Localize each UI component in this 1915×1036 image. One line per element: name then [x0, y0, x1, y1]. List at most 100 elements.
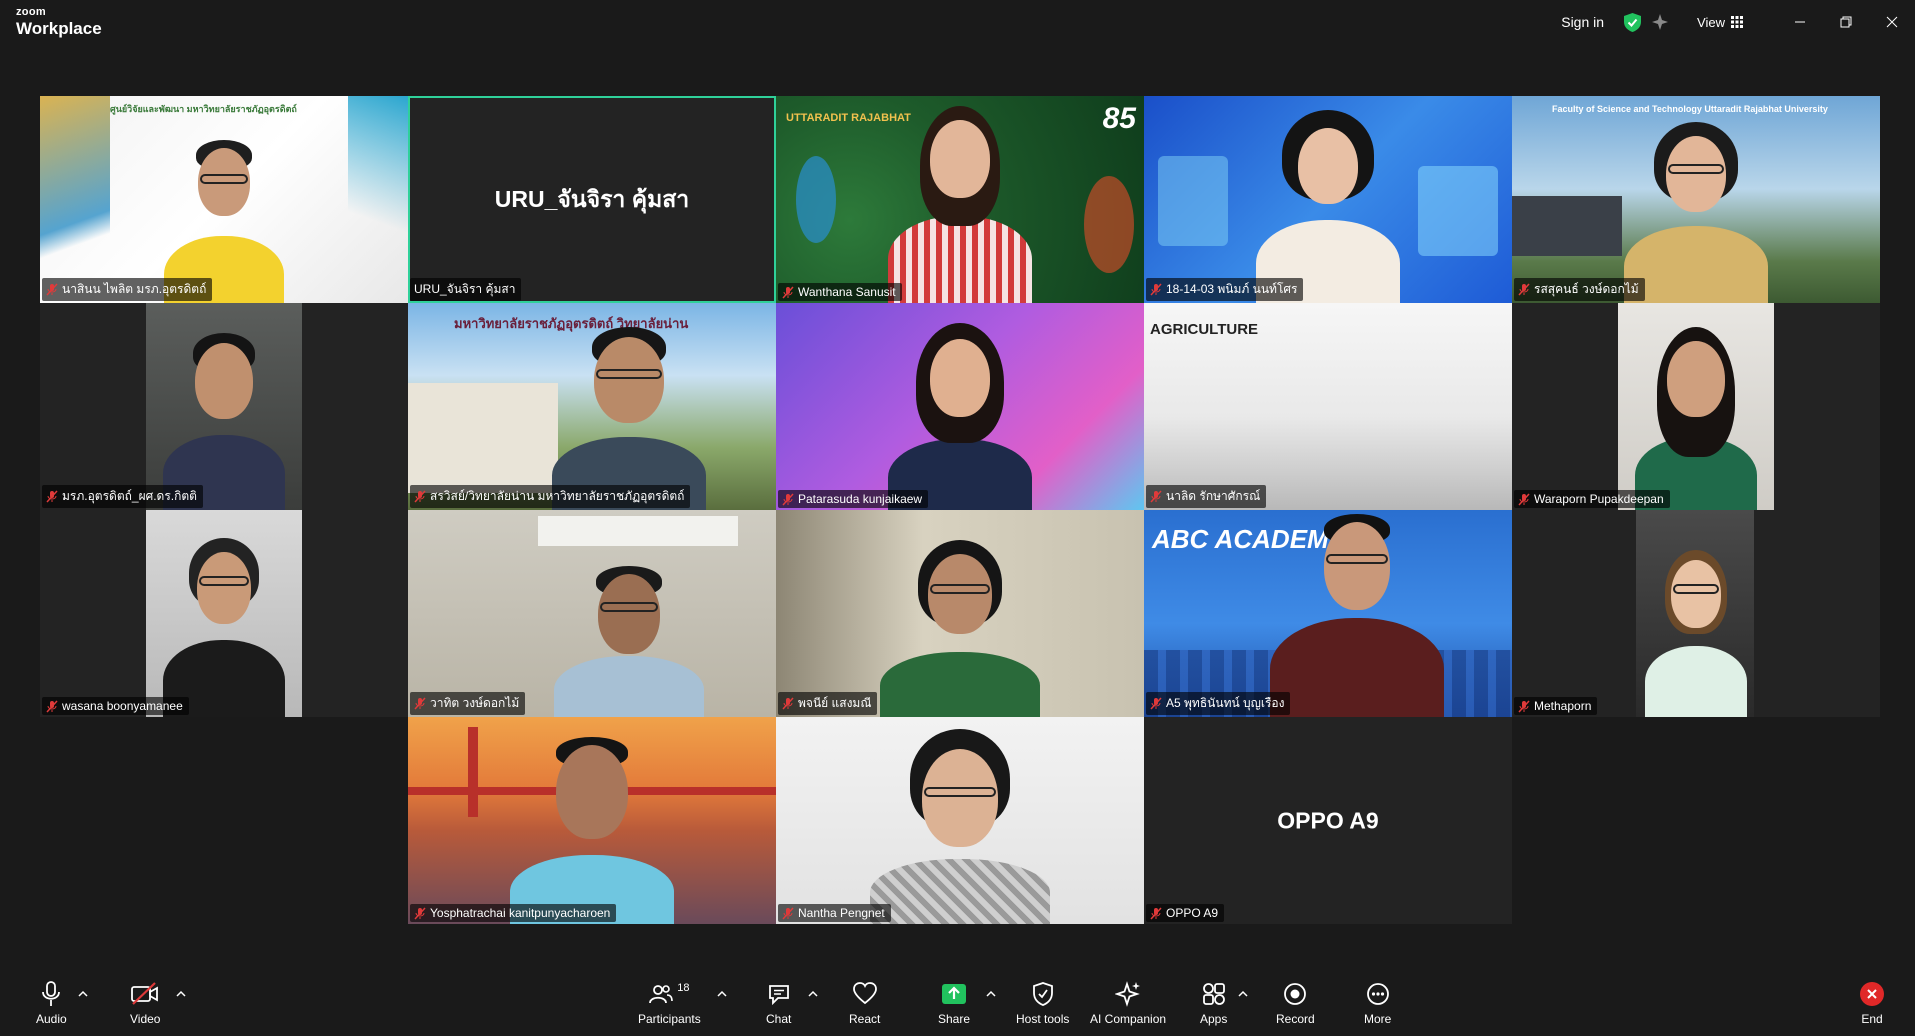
video-tile[interactable]: พจนีย์ แสงมณี: [776, 510, 1144, 717]
video-label: Video: [130, 1012, 161, 1026]
participant-name-tag: Nantha Pengnet: [778, 904, 891, 922]
participant-name-tag: Waraporn Pupakdeepan: [1514, 490, 1670, 508]
participant-name: มรภ.อุตรดิตถ์_ผศ.ดร.กิตติ: [62, 489, 197, 503]
decor-building: [1512, 196, 1622, 256]
video-tile[interactable]: 18-14-03 พนิมภ์ นนท์โศร: [1144, 96, 1512, 303]
participant-name-tag: Wanthana Sanusit: [778, 283, 902, 301]
chevron-up-icon[interactable]: [176, 990, 186, 998]
more-button[interactable]: More: [1364, 980, 1391, 1026]
participant-name-tag: Yosphatrachai kanitpunyacharoen: [410, 904, 617, 922]
participant-name-tag: สรวิสย์/วิทยาลัยน่าน มหาวิทยาลัยราชภัฏอุ…: [410, 485, 691, 508]
decor-server: [1158, 156, 1228, 246]
apps-button[interactable]: Apps: [1200, 980, 1227, 1026]
audio-button[interactable]: Audio: [36, 980, 67, 1026]
minimize-icon[interactable]: [1777, 0, 1823, 44]
muted-mic-icon: [46, 490, 58, 503]
participant-video: [1616, 122, 1776, 303]
participant-name-tag: พจนีย์ แสงมณี: [778, 692, 878, 715]
participant-name: พจนีย์ แสงมณี: [798, 696, 872, 710]
apps-label: Apps: [1200, 1012, 1228, 1026]
react-label: React: [849, 1012, 881, 1026]
record-button[interactable]: Record: [1276, 980, 1315, 1026]
background-logo-text: ศูนย์วิจัยและพัฒนา มหาวิทยาลัยราชภัฏอุตร…: [110, 104, 297, 114]
zoom-workplace-logo: zoom Workplace: [16, 7, 102, 38]
video-tile[interactable]: มหาวิทยาลัยราชภัฏอุตรดิตถ์ วิทยาลัยน่าน …: [408, 303, 776, 510]
participant-name: วาทิต วงษ์ดอกไม้: [430, 696, 520, 710]
video-tile[interactable]: Methaporn: [1512, 510, 1880, 717]
video-button[interactable]: Video: [130, 980, 160, 1026]
video-tile[interactable]: วาทิต วงษ์ดอกไม้: [408, 510, 776, 717]
more-label: More: [1364, 1012, 1392, 1026]
participants-button[interactable]: 18 Participants: [638, 980, 701, 1026]
video-tile[interactable]: Waraporn Pupakdeepan: [1512, 303, 1880, 510]
muted-mic-icon: [1150, 906, 1162, 920]
muted-mic-icon: [414, 697, 426, 710]
chevron-up-icon[interactable]: [808, 990, 818, 998]
view-button[interactable]: View: [1697, 15, 1743, 30]
participant-name-tag: 18-14-03 พนิมภ์ นนท์โศร: [1146, 278, 1304, 301]
muted-mic-icon: [414, 906, 426, 920]
restore-icon[interactable]: [1823, 0, 1869, 44]
participant-name: wasana boonyamanee: [62, 699, 183, 713]
participant-name: OPPO A9: [1166, 906, 1219, 920]
grid-icon: [1731, 16, 1743, 28]
participant-display-name: OPPO A9: [1277, 807, 1379, 833]
host-tools-button[interactable]: Host tools: [1016, 980, 1069, 1026]
decor-flower: [1084, 176, 1134, 273]
chevron-up-icon[interactable]: [1238, 990, 1248, 998]
chevron-up-icon[interactable]: [78, 990, 88, 998]
participant-name: Methaporn: [1534, 699, 1592, 713]
host-tools-label: Host tools: [1016, 1012, 1070, 1026]
audio-label: Audio: [36, 1012, 67, 1026]
video-tile[interactable]: Patarasuda kunjaikaew: [776, 303, 1144, 510]
muted-mic-icon: [1518, 283, 1530, 296]
participant-video: [544, 327, 714, 510]
ai-companion-label: AI Companion: [1090, 1012, 1167, 1026]
participant-name: นาสินน ไพลิต มรภ.อุตรดิตถ์: [62, 282, 207, 296]
chat-button[interactable]: Chat: [766, 980, 791, 1026]
chevron-up-icon[interactable]: [717, 990, 727, 998]
participant-count: 18: [677, 982, 690, 994]
end-label: End: [1861, 1012, 1883, 1026]
close-icon[interactable]: [1869, 0, 1915, 44]
video-tile[interactable]: UTTARADIT RAJABHAT 85 Wanthana Sanusit: [776, 96, 1144, 303]
muted-mic-icon: [46, 283, 58, 296]
video-tile[interactable]: มรภ.อุตรดิตถ์_ผศ.ดร.กิตติ: [40, 303, 408, 510]
sign-in-link[interactable]: Sign in: [1561, 14, 1604, 30]
video-tile[interactable]: Faculty of Science and Technology Uttara…: [1512, 96, 1880, 303]
sparkle-icon[interactable]: [1651, 13, 1669, 31]
chat-icon: [768, 985, 789, 1006]
participant-name-tag: Methaporn: [1514, 697, 1598, 715]
video-tile-active-speaker[interactable]: URU_จันจิรา คุ้มสา URU_จันจิรา คุ้มสา: [408, 96, 776, 303]
video-tile[interactable]: Nantha Pengnet: [776, 717, 1144, 924]
muted-mic-icon: [1150, 697, 1162, 710]
participant-name-tag: รสสุคนธ์ วงษ์ดอกไม้: [1514, 278, 1645, 301]
shield-check-icon[interactable]: [1624, 12, 1642, 32]
participant-video: [880, 106, 1040, 303]
video-tile[interactable]: ศูนย์วิจัยและพัฒนา มหาวิทยาลัยราชภัฏอุตร…: [40, 96, 408, 303]
muted-mic-icon: [1150, 283, 1162, 296]
video-tile[interactable]: OPPO A9 OPPO A9: [1144, 717, 1512, 924]
decor-bridge-tower: [468, 727, 478, 817]
microphone-icon: [42, 981, 61, 1006]
decor-cloud: [1418, 166, 1498, 256]
video-tile[interactable]: Yosphatrachai kanitpunyacharoen: [408, 717, 776, 924]
ai-companion-button[interactable]: AI Companion: [1090, 980, 1166, 1026]
chat-label: Chat: [766, 1012, 792, 1026]
video-tile[interactable]: AGRICULTURE นาลิด รักษาศักรณ์: [1144, 303, 1512, 510]
video-tile[interactable]: wasana boonyamanee: [40, 510, 408, 717]
anniversary-badge: 85: [1102, 102, 1136, 135]
share-button[interactable]: Share: [938, 980, 970, 1026]
participant-video: [159, 536, 289, 717]
participant-video: [1631, 327, 1761, 510]
video-tile[interactable]: ABC ACADEMY A5 พุทธินันทน์ บุญเรือง: [1144, 510, 1512, 717]
participant-name: 18-14-03 พนิมภ์ นนท์โศร: [1166, 282, 1298, 296]
participant-video: [502, 737, 682, 924]
end-meeting-button[interactable]: End: [1860, 980, 1884, 1026]
react-button[interactable]: React: [849, 980, 880, 1026]
muted-mic-icon: [1518, 699, 1530, 713]
end-icon: [1860, 982, 1884, 1006]
participant-name-tag: URU_จันจิรา คุ้มสา: [410, 278, 522, 301]
view-label: View: [1697, 14, 1725, 30]
chevron-up-icon[interactable]: [986, 990, 996, 998]
